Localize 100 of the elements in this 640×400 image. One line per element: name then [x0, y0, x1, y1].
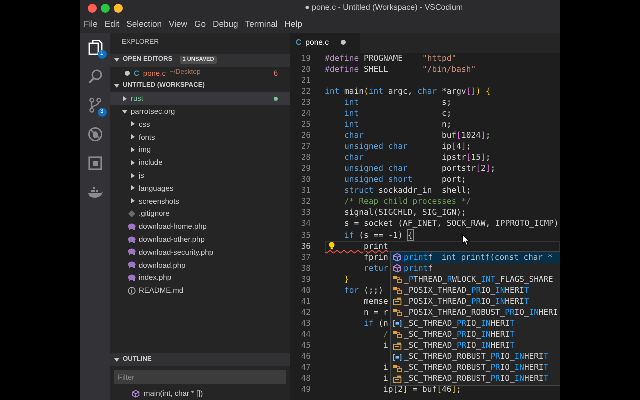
suggestion-item[interactable]: _POSIX_THREAD_PRIO_INHERIT	[391, 296, 560, 308]
suggestion-item[interactable]: _PTHREAD_RWLOCK_INT_FLAGS_SHARE	[391, 274, 560, 286]
caret-right-icon[interactable]	[130, 134, 136, 140]
suggestion-label: _POSIX_THREAD_PRIO_INHERIT	[404, 284, 530, 297]
menu-item[interactable]: Debug	[212, 18, 238, 31]
line-number: 30	[300, 174, 312, 186]
caret-right-icon[interactable]	[130, 121, 136, 128]
php-file-icon	[128, 222, 136, 231]
line-number: 19	[300, 52, 312, 64]
line-number: 31	[300, 185, 312, 196]
caret-down-icon[interactable]	[114, 356, 120, 363]
code-line: ip[2] = buf[46];	[382, 384, 462, 396]
line-number: 37	[300, 252, 312, 263]
code-line: for (;;)	[343, 284, 384, 296]
code-line: signal(SIGCHLD, SIG_IGN);	[343, 207, 466, 218]
constant-icon	[393, 297, 402, 306]
caret-right-icon[interactable]	[130, 172, 136, 179]
code-line: if (n	[362, 318, 388, 330]
caret-right-icon[interactable]	[130, 160, 136, 166]
line-number: 44	[300, 329, 312, 340]
code-line: unsigned char portstr[2];	[343, 163, 496, 174]
menu-item[interactable]: File	[84, 18, 98, 31]
debug-icon[interactable]	[88, 127, 102, 142]
suggestion-item[interactable]: _SC_THREAD_ROBUST_PRIO_INHERIT	[391, 374, 560, 385]
status-dot-icon	[274, 96, 278, 101]
line-number: 26	[300, 130, 312, 141]
caret-right-icon[interactable]	[130, 185, 136, 192]
suggestion-item[interactable]: _SC_THREAD_ROBUST_PRIO_INHERIT	[391, 352, 560, 363]
enum-member-icon	[393, 308, 402, 318]
menu-item[interactable]: Go	[194, 18, 206, 31]
caret-right-icon[interactable]	[130, 198, 136, 204]
files-icon[interactable]	[88, 40, 102, 55]
variable-icon	[393, 319, 402, 328]
suggestion-item[interactable]: _SC_THREAD_PRIO_INHERIT	[391, 340, 560, 352]
line-number: 20	[300, 64, 312, 75]
caret-down-icon[interactable]	[122, 108, 128, 115]
suggestion-label: _SC_THREAD_ROBUST_PRIO_INHERIT	[404, 373, 549, 386]
line-number: 36	[300, 240, 312, 252]
caret-right-icon[interactable]	[122, 96, 128, 102]
suggestion-item[interactable]: _POSIX_THREAD_ROBUST_PRIO_INHERI	[391, 307, 560, 318]
line-number: 48	[300, 373, 312, 384]
code-line: #define SHELL "/bin/bash"	[325, 64, 476, 75]
code-line: int n;	[343, 118, 452, 130]
code-line: memse	[362, 296, 388, 307]
cube-icon	[393, 253, 402, 262]
line-number: 32	[300, 196, 312, 208]
code-line: s = socket (AF_INET, SOCK_RAW, IPPROTO_ICMP)	[343, 218, 559, 230]
code-line: /	[382, 329, 388, 340]
suggestion-label: _SC_THREAD_PRIO_INHERIT	[404, 340, 515, 352]
suggestion-item[interactable]: _SC_THREAD_PRIO_INHERIT	[391, 329, 560, 340]
suggestion-item[interactable]: _SC_THREAD_ROBUST_PRIO_INHERIT	[391, 362, 560, 374]
code-line: retur	[362, 262, 388, 274]
line-number: 28	[300, 152, 312, 164]
suggestion-item[interactable]: printf int printf(const char *	[391, 252, 560, 264]
php-file-icon	[128, 261, 136, 270]
source-control-icon[interactable]	[88, 98, 102, 113]
menu-item[interactable]: Edit	[104, 18, 120, 31]
menu-item[interactable]: Help	[284, 18, 302, 31]
code-line: print	[325, 240, 560, 252]
lightbulb-icon[interactable]	[329, 242, 335, 250]
suggestion-label: _SC_THREAD_ROBUST_PRIO_INHERIT	[404, 351, 549, 364]
line-number: 39	[300, 274, 312, 285]
enum-member-icon	[393, 286, 402, 296]
extensions-icon[interactable]	[88, 156, 102, 171]
line-number: 24	[300, 108, 312, 119]
whale-icon[interactable]	[88, 185, 102, 200]
menu-item[interactable]: Selection	[126, 18, 162, 31]
code-line: struct sockaddr_in shell;	[343, 185, 472, 196]
suggestion-label: _SC_THREAD_ROBUST_PRIO_INHERIT	[404, 362, 549, 374]
code-line: fprin	[362, 252, 388, 263]
code-line: i	[382, 340, 388, 352]
php-file-icon	[128, 248, 136, 256]
suggestion-label: printf	[404, 252, 433, 264]
enum-member-icon	[393, 275, 402, 284]
enum-member-icon	[393, 364, 402, 373]
line-number: 27	[300, 141, 312, 152]
suggestion-item[interactable]: _POSIX_THREAD_PRIO_INHERIT	[391, 285, 560, 296]
code-line: unsigned short port;	[343, 174, 466, 186]
code-line: n = r	[362, 306, 388, 318]
code-line: i	[382, 373, 388, 384]
line-number: 40	[300, 284, 312, 296]
suggestion-label: _SC_THREAD_PRIO_INHERIT	[404, 328, 515, 341]
code-line: /* Reap child processes */	[343, 196, 472, 208]
window-title: ● pone.c - Untitled (Workspace) - VSCodium	[305, 2, 464, 14]
search-icon[interactable]	[88, 69, 102, 84]
cube-icon	[132, 390, 140, 398]
line-number: 38	[300, 262, 312, 274]
menu-item[interactable]: Terminal	[245, 18, 278, 31]
menu-item[interactable]: View	[169, 18, 188, 31]
caret-down-icon[interactable]	[114, 82, 120, 89]
line-number: 47	[300, 362, 312, 374]
code-line: i	[382, 362, 388, 374]
code-line: int s;	[343, 96, 452, 108]
code-line: }	[343, 274, 350, 285]
line-number: 43	[300, 318, 312, 330]
caret-right-icon[interactable]	[130, 146, 136, 153]
caret-down-icon[interactable]	[114, 57, 120, 64]
suggestion-item[interactable]: printf	[391, 263, 560, 274]
suggestion-item[interactable]: _SC_THREAD_PRIO_INHERIT	[391, 318, 560, 330]
constant-icon	[393, 342, 402, 351]
